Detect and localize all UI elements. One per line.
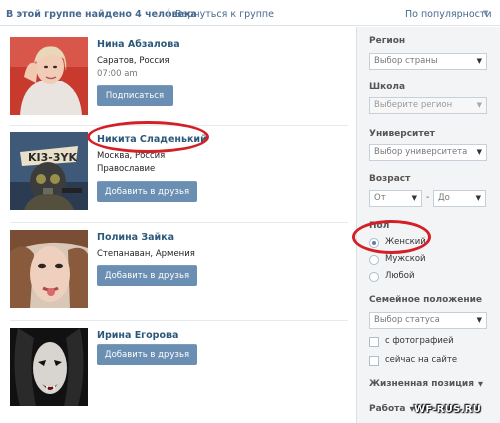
back-to-group-link[interactable]: Вернуться к группе <box>175 9 274 20</box>
school-select-value: Выберите регион <box>374 100 453 110</box>
gender-female-radio[interactable] <box>369 238 379 248</box>
avatar[interactable]: KI3-3YK <box>10 132 88 210</box>
watermark: WF-RUS.RU <box>414 404 482 415</box>
people-list: Нина Абзалова Саратов, Россия 07:00 am П… <box>0 27 352 423</box>
list-item: Полина Зайка Степанаван, Армения Добавит… <box>0 223 352 319</box>
gender-male-label[interactable]: Мужской <box>385 254 426 264</box>
marital-status-select[interactable]: Выбор статуса ▼ <box>369 312 487 329</box>
search-filters: Регион Выбор страны ▼ Школа Выберите рег… <box>356 27 500 423</box>
university-select-value: Выбор университета <box>374 147 468 157</box>
add-friend-button[interactable]: Добавить в друзья <box>97 265 197 286</box>
person-location: Степанаван, Армения <box>97 249 195 259</box>
person-location: Саратов, Россия <box>97 56 170 66</box>
country-select-value: Выбор страны <box>374 56 438 66</box>
chevron-down-icon[interactable]: ▼ <box>483 9 488 17</box>
gender-any-radio[interactable] <box>369 272 379 282</box>
list-item: Ирина Егорова Добавить в друзья <box>0 321 352 423</box>
age-from-value: От <box>374 193 386 203</box>
person-location: Москва, Россия <box>97 151 166 161</box>
chevron-down-icon: ▼ <box>475 194 481 202</box>
gender-male-radio[interactable] <box>369 255 379 265</box>
work-label: Работа <box>369 404 406 414</box>
age-label: Возраст <box>369 174 411 184</box>
chevron-down-icon: ▼ <box>476 101 482 109</box>
list-item: Нина Абзалова Саратов, Россия 07:00 am П… <box>0 27 352 127</box>
university-label: Университет <box>369 129 435 139</box>
university-select[interactable]: Выбор университета ▼ <box>369 144 487 161</box>
results-header: В этой группе найдено 4 человека | Верну… <box>0 0 500 26</box>
person-name-link[interactable]: Нина Абзалова <box>97 39 180 50</box>
gender-any-label[interactable]: Любой <box>385 271 415 281</box>
triangle-down-icon: ▼ <box>478 380 483 388</box>
svg-text:KI3-3YK: KI3-3YK <box>28 151 77 164</box>
age-from-select[interactable]: От ▼ <box>369 190 422 207</box>
life-position-toggle[interactable]: Жизненная позиция ▼ <box>369 379 483 389</box>
gender-label: Пол <box>369 221 390 231</box>
life-position-label: Жизненная позиция <box>369 379 474 389</box>
with-photo-label[interactable]: с фотографией <box>385 336 454 346</box>
school-label: Школа <box>369 82 406 92</box>
country-select[interactable]: Выбор страны ▼ <box>369 53 487 70</box>
sort-dropdown[interactable]: По популярности <box>405 9 492 20</box>
gender-female-label[interactable]: Женский <box>385 237 426 247</box>
header-separator: | <box>167 8 171 19</box>
add-friend-button[interactable]: Добавить в друзья <box>97 181 197 202</box>
person-name-link[interactable]: Никита Сладенький <box>97 134 207 145</box>
chevron-down-icon: ▼ <box>411 194 417 202</box>
school-select[interactable]: Выберите регион ▼ <box>369 97 487 114</box>
person-name-link[interactable]: Ирина Егорова <box>97 330 178 341</box>
person-name-link[interactable]: Полина Зайка <box>97 232 174 243</box>
list-item: KI3-3YK Никита Сладенький Москва, Россия… <box>0 126 352 222</box>
age-to-select[interactable]: До ▼ <box>433 190 486 207</box>
subscribe-button[interactable]: Подписаться <box>97 85 173 106</box>
person-religion: Православие <box>97 164 156 174</box>
avatar[interactable] <box>10 328 88 406</box>
add-friend-button[interactable]: Добавить в друзья <box>97 344 197 365</box>
marital-status-label: Семейное положение <box>369 295 482 305</box>
avatar[interactable] <box>10 230 88 308</box>
avatar[interactable] <box>10 37 88 115</box>
with-photo-checkbox[interactable] <box>369 337 379 347</box>
marital-status-value: Выбор статуса <box>374 315 440 325</box>
age-to-value: До <box>438 193 450 203</box>
work-toggle[interactable]: Работа ▼ <box>369 404 414 414</box>
chevron-down-icon: ▼ <box>476 316 482 324</box>
age-range-dash: - <box>426 192 430 203</box>
chevron-down-icon: ▼ <box>476 57 482 65</box>
person-local-time: 07:00 am <box>97 69 138 79</box>
chevron-down-icon: ▼ <box>476 148 482 156</box>
online-now-checkbox[interactable] <box>369 356 379 366</box>
region-label: Регион <box>369 36 406 46</box>
online-now-label[interactable]: сейчас на сайте <box>385 355 457 365</box>
